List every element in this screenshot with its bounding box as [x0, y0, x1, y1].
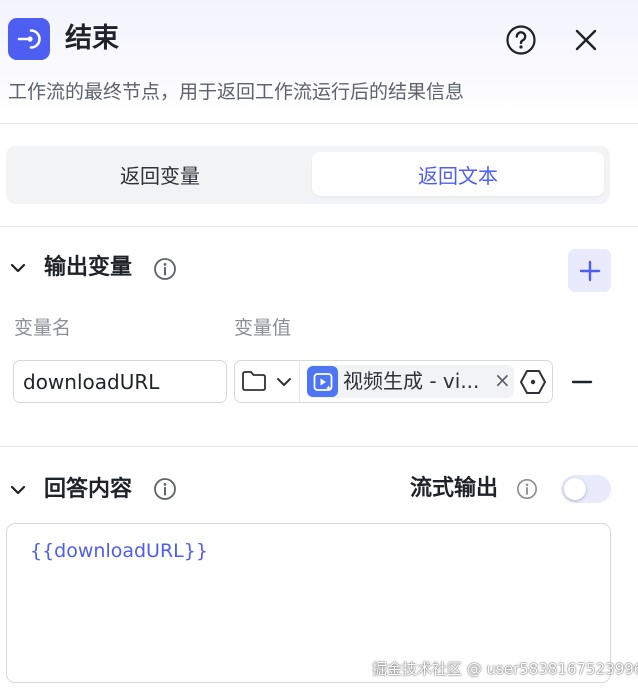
column-label-name: 变量名 — [14, 317, 72, 339]
node-reference-label: 视频生成 - vi... — [343, 369, 480, 393]
add-variable-button[interactable] — [568, 249, 611, 292]
answer-section-title: 回答内容 — [44, 477, 133, 502]
section-divider — [0, 226, 638, 227]
stream-output-toggle[interactable] — [561, 475, 611, 503]
toggle-knob — [564, 478, 586, 500]
chevron-down-icon[interactable] — [8, 480, 28, 500]
exit-arrow-icon — [17, 29, 41, 49]
video-play-icon — [313, 372, 332, 391]
info-icon[interactable] — [153, 257, 177, 281]
section-divider — [0, 446, 638, 447]
end-node-logo — [8, 18, 50, 60]
node-title: 结束 — [65, 23, 119, 54]
node-header: 结束 工作流的最终节点，用于返回工作流运行后的结果信息 — [0, 0, 638, 124]
output-section-header: 输出变量 — [0, 248, 638, 288]
close-button[interactable] — [568, 22, 604, 58]
column-label-value: 变量值 — [234, 317, 292, 339]
watermark: 掘金技术社区 @ user5838167523996 — [372, 660, 638, 678]
info-icon[interactable] — [516, 478, 538, 500]
variable-name-input[interactable] — [13, 360, 227, 403]
stream-output-label: 流式输出 — [410, 476, 499, 501]
remove-reference-icon[interactable]: × — [494, 367, 511, 394]
return-mode-switch: 返回变量 返回文本 — [6, 146, 610, 204]
answer-content-text: {{downloadURL}} — [30, 540, 208, 562]
folder-icon — [242, 371, 266, 391]
tab-return-text[interactable]: 返回文本 — [312, 152, 604, 196]
node-description: 工作流的最终节点，用于返回工作流运行后的结果信息 — [8, 81, 465, 103]
node-reference-tag[interactable]: 视频生成 - vi... × — [307, 365, 514, 398]
output-section-title: 输出变量 — [44, 255, 133, 280]
tab-return-variable[interactable]: 返回变量 — [12, 152, 308, 196]
remove-variable-button[interactable] — [568, 368, 596, 396]
chevron-down-icon[interactable] — [8, 258, 28, 278]
value-type-select[interactable] — [235, 361, 300, 402]
variable-hexagon-icon[interactable] — [518, 367, 548, 397]
question-circle-icon — [506, 25, 536, 55]
variable-value-field: 视频生成 - vi... × — [234, 360, 553, 403]
info-icon[interactable] — [153, 477, 177, 501]
close-icon — [575, 29, 597, 51]
chevron-down-icon — [277, 378, 291, 386]
plus-icon — [579, 260, 600, 281]
video-generate-icon — [307, 366, 338, 397]
answer-section-header: 回答内容 — [0, 470, 638, 510]
help-button[interactable] — [503, 22, 539, 58]
